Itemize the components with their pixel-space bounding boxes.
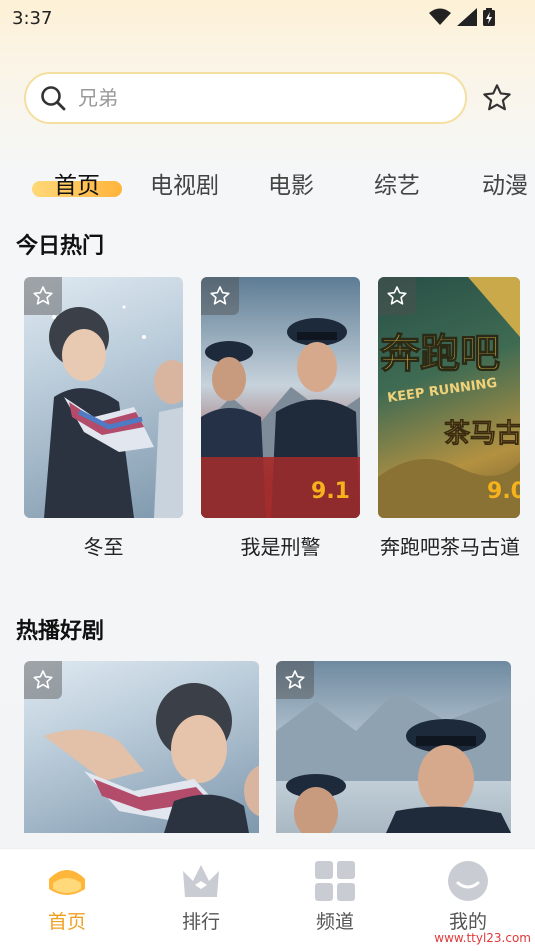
poster-card[interactable]: 奔跑吧 KEEP RUNNING 茶马古 9.0 (378, 277, 520, 518)
poster-fav-button[interactable] (378, 277, 416, 315)
poster-card[interactable] (24, 277, 183, 518)
section-title-hot-series: 热播好剧 (16, 619, 105, 644)
poster-logo-sub: KEEP RUNNING (386, 376, 498, 406)
nav-home[interactable]: 首页 (27, 859, 107, 934)
search-icon (41, 86, 66, 111)
rating-score: 9.0 (487, 479, 520, 504)
nav-ranking-label: 排行 (181, 911, 220, 933)
tab-anime[interactable]: 动漫 (482, 166, 528, 200)
poster-logo-text: 奔跑吧 (380, 331, 500, 377)
poster-card[interactable] (24, 661, 259, 833)
tab-home[interactable]: 首页 (54, 166, 100, 200)
poster-fav-button[interactable] (24, 277, 62, 315)
tab-variety[interactable]: 综艺 (374, 166, 420, 200)
search-input[interactable] (78, 86, 438, 110)
home-icon (49, 870, 85, 895)
nav-ranking[interactable]: 排行 (161, 859, 241, 934)
status-time: 3:37 (12, 8, 53, 29)
nav-home-label: 首页 (47, 911, 86, 933)
poster-fav-button[interactable] (24, 661, 62, 699)
crown-icon (183, 865, 219, 897)
favorites-star-icon[interactable] (481, 82, 513, 114)
poster-fav-button[interactable] (276, 661, 314, 699)
battery-icon (483, 8, 495, 26)
star-icon (33, 670, 53, 689)
grid-icon (315, 861, 355, 901)
star-icon (210, 286, 230, 305)
poster-logo-sub2: 茶马古 (444, 419, 520, 449)
star-icon (285, 670, 305, 689)
poster-card[interactable] (276, 661, 511, 833)
watermark: www.ttyl23.com (434, 931, 531, 945)
tab-movies[interactable]: 电影 (268, 166, 314, 200)
bottom-nav: 首页 排行 频道 我的 www.ttyl23.com (0, 848, 535, 951)
status-icons (429, 8, 495, 26)
card-title[interactable]: 奔跑吧茶马古道 (380, 531, 530, 560)
nav-profile-label: 我的 (448, 911, 487, 933)
star-icon (387, 286, 407, 305)
star-icon (33, 286, 53, 305)
card-title[interactable]: 我是刑警 (201, 531, 360, 560)
card-title[interactable]: 冬至 (24, 531, 183, 560)
category-tabs: 首页 电视剧 电影 综艺 动漫 (0, 160, 535, 204)
poster-fav-button[interactable] (201, 277, 239, 315)
status-bar: 3:37 (0, 0, 535, 38)
poster-card[interactable]: 9.1 (201, 277, 360, 518)
rating-score: 9.1 (311, 479, 350, 504)
profile-icon (448, 861, 488, 901)
signal-icon (457, 8, 477, 26)
nav-channel[interactable]: 频道 (295, 859, 375, 934)
search-bar[interactable] (24, 72, 467, 124)
tab-tv-series[interactable]: 电视剧 (150, 166, 219, 200)
section-title-hot-today: 今日热门 (16, 234, 105, 259)
nav-channel-label: 频道 (315, 911, 354, 933)
wifi-icon (429, 8, 451, 25)
nav-profile[interactable]: 我的 (428, 859, 508, 934)
